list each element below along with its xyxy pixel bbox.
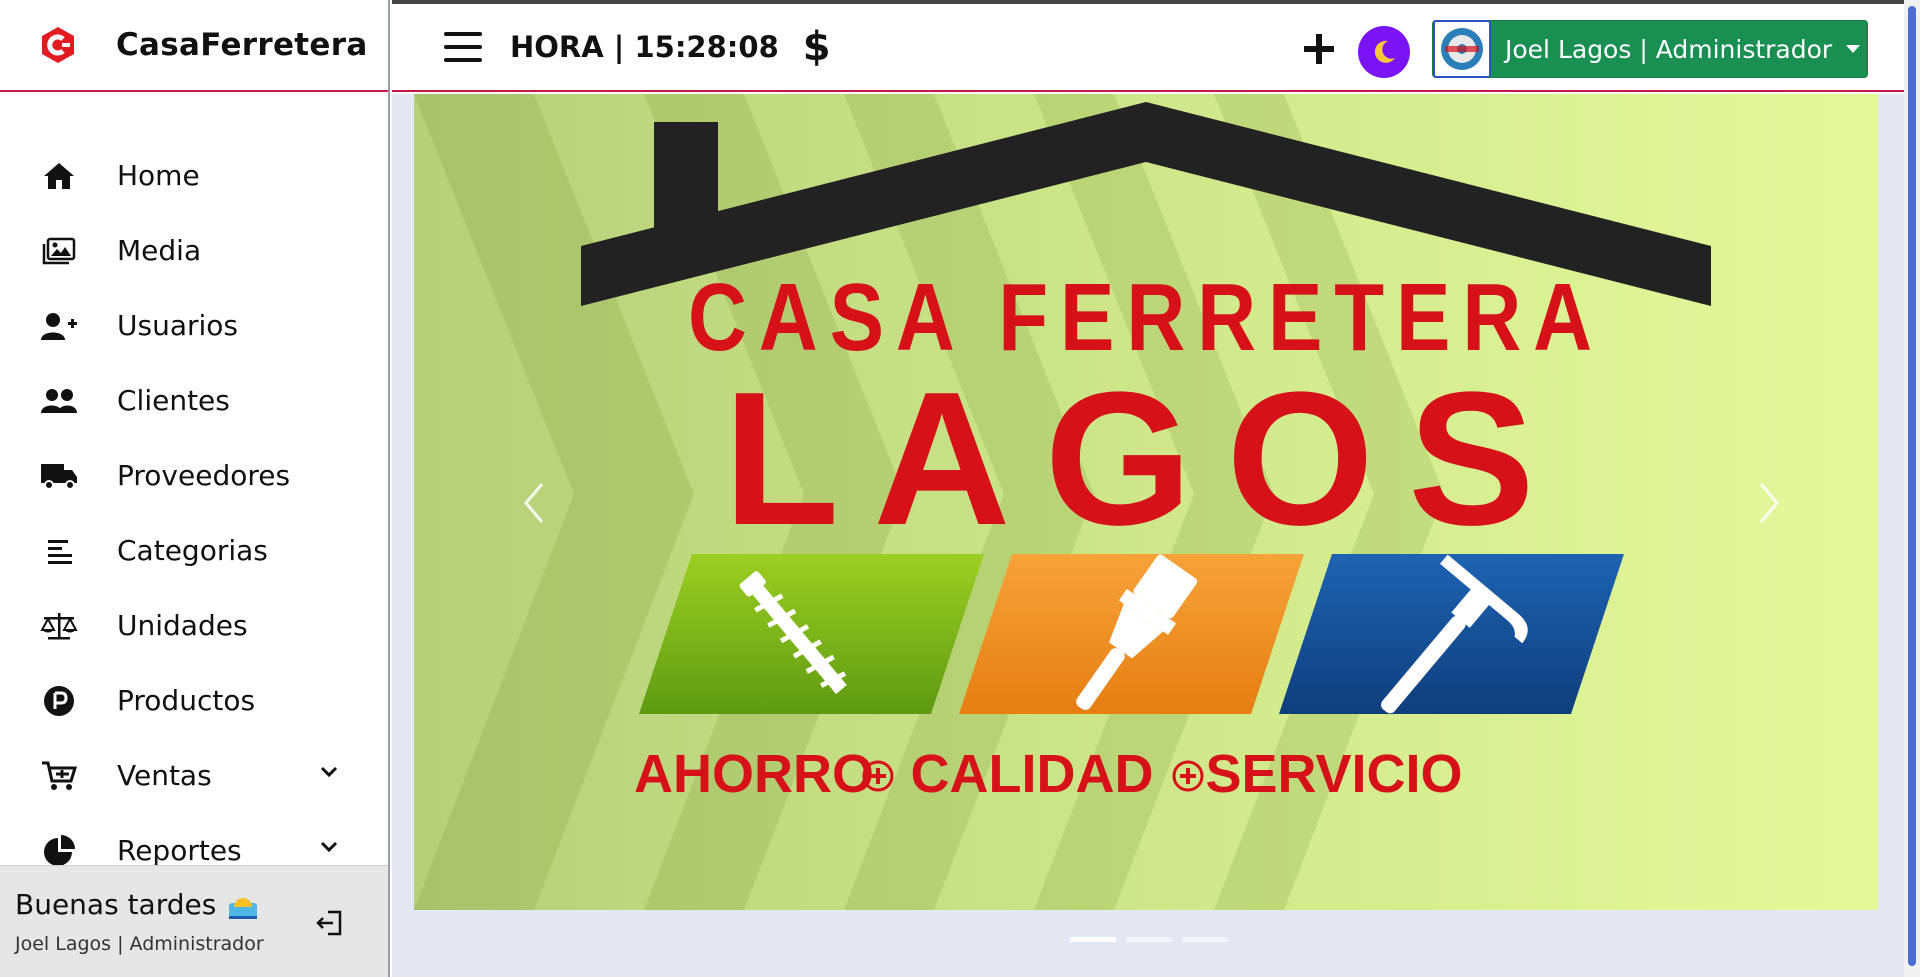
sidebar-item-productos[interactable]: Productos bbox=[0, 663, 388, 738]
banner-image: CASA FERRETERA LAGOS AHORRO CALIDAD SERV… bbox=[414, 94, 1878, 910]
brand-name[interactable]: CasaFerretera bbox=[116, 27, 368, 63]
sidebar-item-categorias[interactable]: Categorias bbox=[0, 513, 388, 588]
sidebar-item-label: Media bbox=[117, 234, 202, 267]
sidebar-item-label: Usuarios bbox=[117, 309, 238, 342]
carousel-next-icon[interactable] bbox=[1749, 478, 1789, 528]
align-left-icon bbox=[40, 532, 78, 570]
cart-icon bbox=[40, 757, 78, 795]
theme-toggle-button[interactable] bbox=[1358, 26, 1410, 78]
sidebar-item-label: Clientes bbox=[117, 384, 230, 417]
avatar bbox=[1433, 20, 1491, 78]
greeting-text: Buenas tardes bbox=[15, 888, 217, 921]
currency-button[interactable]: $ bbox=[803, 24, 831, 70]
carousel-indicator[interactable] bbox=[1182, 937, 1228, 942]
scrollbar-thumb[interactable] bbox=[1908, 6, 1916, 966]
media-icon bbox=[40, 232, 78, 270]
pie-chart-icon bbox=[40, 832, 78, 870]
caret-down-icon bbox=[1846, 45, 1861, 53]
moon-icon bbox=[1374, 40, 1395, 63]
menu-toggle-icon[interactable] bbox=[444, 32, 482, 62]
sidebar-item-label: Ventas bbox=[117, 759, 212, 792]
sidebar-item-label: Productos bbox=[117, 684, 256, 717]
sidebar-item-media[interactable]: Media bbox=[0, 213, 388, 288]
carousel-indicator[interactable] bbox=[1070, 937, 1116, 942]
chevron-down-icon[interactable] bbox=[320, 766, 338, 778]
carousel-prev-icon[interactable] bbox=[514, 478, 554, 528]
sidebar-item-label: Home bbox=[117, 159, 200, 192]
carousel-indicator[interactable] bbox=[1126, 937, 1172, 942]
carousel-indicators bbox=[1070, 937, 1228, 942]
banner-line2: LAGOS bbox=[723, 353, 1569, 565]
plus-icon[interactable] bbox=[1300, 30, 1338, 68]
sidebar-item-label: Reportes bbox=[117, 834, 242, 867]
logout-icon[interactable] bbox=[314, 906, 348, 940]
sidebar-item-home[interactable]: Home bbox=[0, 138, 388, 213]
sidebar-item-unidades[interactable]: Unidades bbox=[0, 588, 388, 663]
sidebar-item-clientes[interactable]: Clientes bbox=[0, 363, 388, 438]
banner-carousel[interactable]: CASA FERRETERA LAGOS AHORRO CALIDAD SERV… bbox=[414, 94, 1878, 910]
user-plus-icon bbox=[40, 307, 78, 345]
user-menu-button[interactable]: Joel Lagos | Administrador bbox=[1432, 20, 1868, 78]
product-p-icon bbox=[40, 682, 78, 720]
sidebar-item-label: Proveedores bbox=[117, 459, 291, 492]
main-content: CASA FERRETERA LAGOS AHORRO CALIDAD SERV… bbox=[392, 94, 1904, 977]
home-icon bbox=[40, 157, 78, 195]
user-name: Joel Lagos | Administrador bbox=[1505, 34, 1833, 64]
slogan-calidad: CALIDAD bbox=[911, 744, 1154, 804]
sidebar-item-label: Categorias bbox=[117, 534, 268, 567]
sidebar-menu: Home Media Usuarios Clientes Proveedores bbox=[0, 92, 388, 888]
brand-header: CasaFerretera bbox=[0, 0, 388, 92]
chevron-down-icon[interactable] bbox=[320, 841, 338, 853]
truck-icon bbox=[40, 457, 78, 495]
sidebar-item-proveedores[interactable]: Proveedores bbox=[0, 438, 388, 513]
greeting-panel: Buenas tardes Joel Lagos | Administrador bbox=[0, 865, 388, 977]
scale-icon bbox=[40, 607, 78, 645]
sunset-icon bbox=[229, 897, 258, 919]
users-icon bbox=[40, 382, 78, 420]
brand-logo-icon[interactable] bbox=[38, 25, 78, 65]
sidebar-item-usuarios[interactable]: Usuarios bbox=[0, 288, 388, 363]
sidebar-item-label: Unidades bbox=[117, 609, 248, 642]
slogan-servicio: SERVICIO bbox=[1205, 744, 1462, 804]
clock-display: HORA | 15:28:08 bbox=[510, 30, 779, 64]
sidebar: CasaFerretera Home Media Usuarios Client… bbox=[0, 0, 390, 977]
page-scrollbar[interactable] bbox=[1904, 0, 1920, 977]
topbar: HORA | 15:28:08 $ Joel Lagos | Administr… bbox=[392, 0, 1904, 92]
slogan-ahorro: AHORRO bbox=[634, 744, 874, 804]
sidebar-item-ventas[interactable]: Ventas bbox=[0, 738, 388, 813]
